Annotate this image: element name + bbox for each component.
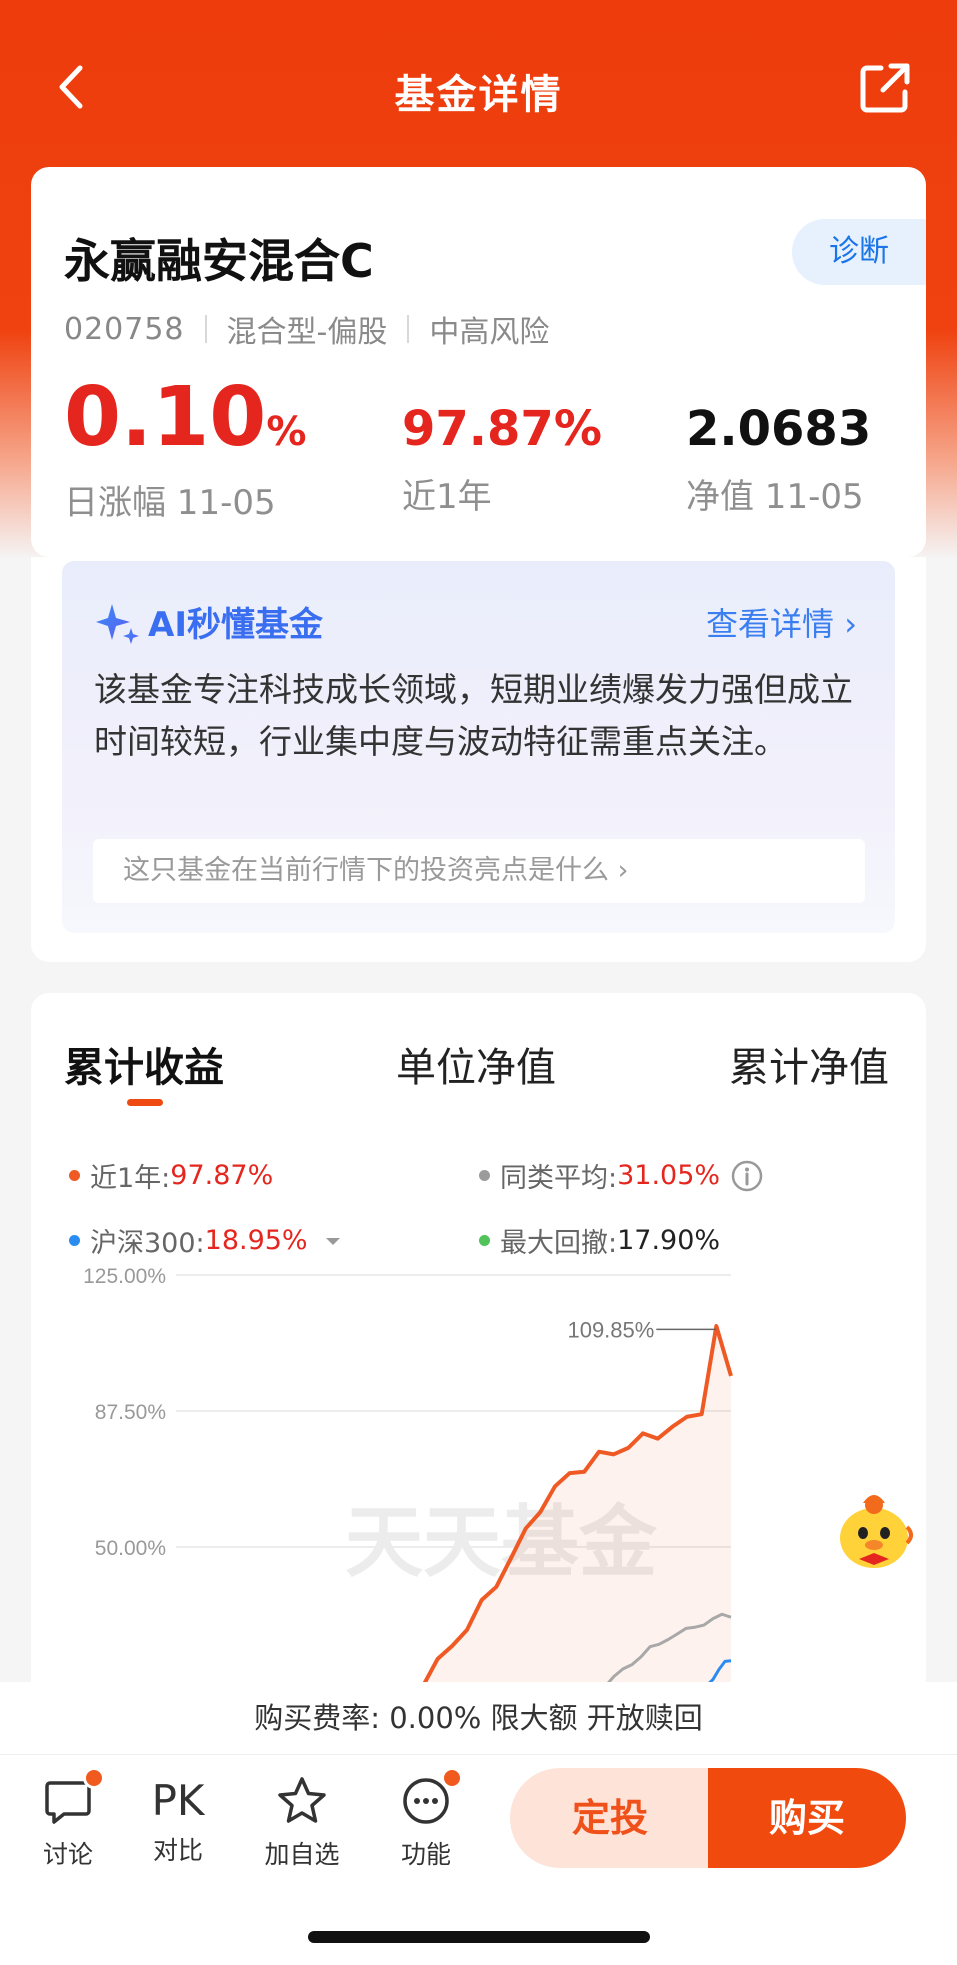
daily-change-value: 0.10: [64, 370, 267, 465]
tab-cumulative-return[interactable]: 累计收益: [64, 1035, 224, 1093]
fund-name: 永赢融安混合C: [64, 234, 374, 288]
pk-icon: PK: [151, 1776, 205, 1825]
chart-card: 累计收益 单位净值 累计净值 近1年: 97.87% 同类平均: 31.05% 沪深…: [31, 993, 926, 1733]
tab-unit-nav[interactable]: 单位净值: [396, 1035, 556, 1093]
year-return-metric: 97.87% 近1年: [402, 405, 602, 518]
divider: [204, 315, 207, 343]
fund-info-card: 永赢融安混合C 诊断 020758 混合型-偏股 中高风险 0.10% 日涨幅 …: [31, 167, 926, 557]
legend-year-label: 近1年:: [90, 1163, 171, 1194]
nav-value: 2.0683: [686, 401, 872, 457]
year-return-label: 近1年: [402, 477, 492, 517]
legend-dot: [69, 1235, 80, 1246]
star-icon: [278, 1777, 326, 1823]
notification-badge: [83, 1767, 105, 1789]
compare-label: 对比: [152, 1836, 203, 1865]
ai-title: AI秒懂基金: [94, 597, 323, 646]
fund-code: 020758: [64, 311, 185, 347]
legend-dot: [69, 1170, 80, 1181]
functions-label: 功能: [400, 1840, 451, 1869]
y-tick-label: 87.50%: [95, 1401, 166, 1424]
home-indicator: [308, 1931, 650, 1943]
legend-peer-value: 31.05%: [617, 1160, 721, 1191]
return-chart[interactable]: 125.00%87.50%50.00% 天天基金 109.85%: [31, 1263, 926, 1683]
fund-risk: 中高风险: [429, 315, 550, 350]
active-tab-indicator: [127, 1099, 163, 1106]
page-title: 基金详情: [394, 72, 563, 118]
sparkle-icon: [96, 603, 139, 644]
share-icon[interactable]: [857, 60, 913, 116]
dropdown-arrow-icon[interactable]: [318, 1231, 348, 1251]
legend-dot: [479, 1235, 490, 1246]
legend-peer-label: 同类平均:: [500, 1163, 618, 1194]
y-tick-label: 125.00%: [83, 1265, 166, 1288]
legend-year: 近1年: 97.87%: [69, 1156, 273, 1195]
daily-change-metric: 0.10% 日涨幅 11-05: [64, 377, 306, 524]
ai-question-prompt[interactable]: 这只基金在当前行情下的投资亮点是什么 ›: [93, 839, 865, 903]
mascot-icon[interactable]: [833, 1483, 915, 1575]
legend-year-value: 97.87%: [170, 1160, 274, 1191]
fund-type: 混合型-偏股: [226, 315, 388, 350]
daily-change-unit: %: [266, 409, 307, 455]
ai-summary-card: AI秒懂基金 查看详情 › 该基金专注科技成长领域，短期业绩爆发力强但成立时间较…: [31, 557, 926, 962]
home-indicator-area: [0, 1882, 957, 1965]
bottom-action-bar: 讨论 PK 对比 加自选 功能 定投 购买: [0, 1754, 957, 1882]
notification-badge: [441, 1767, 463, 1789]
legend-index-label: 沪深300:: [90, 1228, 205, 1259]
legend-peer: 同类平均: 31.05%: [479, 1156, 764, 1195]
fund-tags: 020758 混合型-偏股 中高风险: [64, 307, 549, 351]
nav-bar: 基金详情: [0, 40, 957, 140]
ai-summary-box: AI秒懂基金 查看详情 › 该基金专注科技成长领域，短期业绩爆发力强但成立时间较…: [62, 561, 895, 933]
year-return-value: 97.87%: [402, 401, 602, 457]
ai-title-text: AI秒懂基金: [148, 605, 323, 645]
buy-button[interactable]: 购买: [708, 1768, 906, 1868]
daily-change-label: 日涨幅 11-05: [64, 483, 276, 523]
legend-dot: [479, 1170, 490, 1181]
tab-cumulative-nav[interactable]: 累计净值: [729, 1035, 889, 1093]
legend-drawdown: 最大回撤: 17.90%: [479, 1221, 720, 1260]
info-icon[interactable]: [730, 1159, 764, 1193]
functions-button[interactable]: 功能: [381, 1767, 471, 1871]
discuss-label: 讨论: [42, 1840, 93, 1869]
discuss-button[interactable]: 讨论: [23, 1767, 113, 1871]
fee-info-bar: 购买费率: 0.00% 限大额 开放赎回: [0, 1682, 957, 1754]
add-watchlist-button[interactable]: 加自选: [257, 1775, 347, 1871]
diagnose-button[interactable]: 诊断: [792, 219, 926, 285]
nav-metric: 2.0683 净值 11-05: [686, 405, 871, 518]
peak-label: 109.85%: [567, 1317, 654, 1342]
legend-drawdown-value: 17.90%: [617, 1225, 721, 1256]
ai-summary-text: 该基金专注科技成长领域，短期业绩爆发力强但成立时间较短，行业集中度与波动特征需重…: [94, 670, 853, 761]
legend-drawdown-label: 最大回撤:: [500, 1228, 618, 1259]
legend-index-value: 18.95%: [204, 1225, 308, 1256]
add-watchlist-label: 加自选: [264, 1840, 340, 1869]
nav-label: 净值 11-05: [686, 477, 864, 517]
auto-invest-button[interactable]: 定投: [510, 1768, 710, 1868]
y-tick-label: 50.00%: [95, 1537, 166, 1560]
compare-button[interactable]: PK 对比: [133, 1775, 223, 1867]
legend-index[interactable]: 沪深300: 18.95%: [69, 1221, 348, 1260]
divider: [407, 315, 410, 343]
ai-details-link[interactable]: 查看详情 ›: [706, 599, 857, 645]
